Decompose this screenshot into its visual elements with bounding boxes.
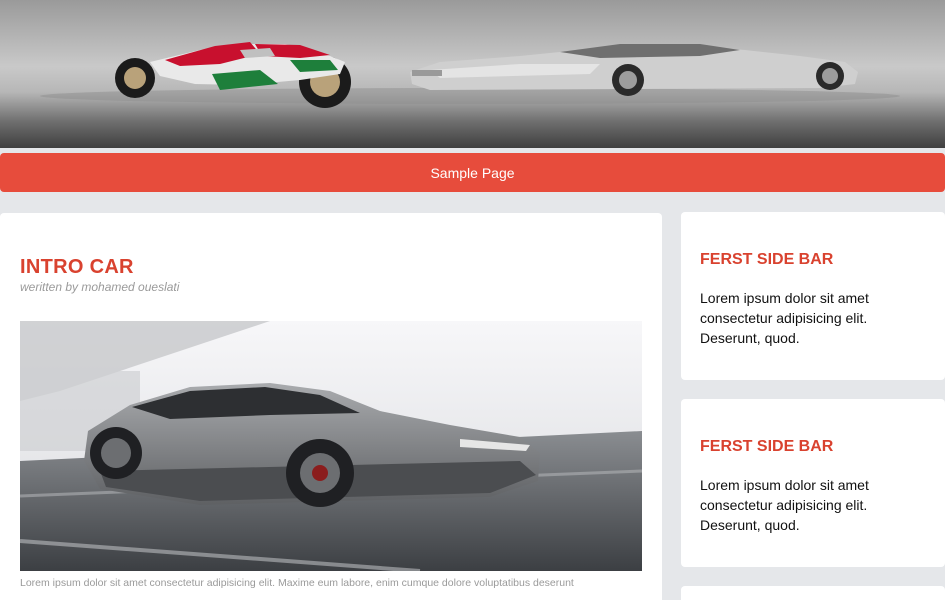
nav-link-sample-page[interactable]: Sample Page [430, 165, 514, 181]
hero-banner-image [40, 42, 900, 108]
sidebar-card [681, 586, 945, 600]
article-byline: weritten by mohamed oueslati [20, 280, 180, 294]
sidebar-text: Lorem ipsum dolor sit amet consectetur a… [700, 290, 869, 346]
article-title: INTRO CAR [20, 256, 134, 278]
sidebar-title: FERST SIDE BAR [700, 251, 834, 268]
sidebar-card: FERST SIDE BAR Lorem ipsum dolor sit ame… [681, 212, 945, 380]
article-image [20, 321, 642, 571]
sports-car-illustration [410, 44, 858, 96]
sidebar-text: Lorem ipsum dolor sit amet consectetur a… [700, 477, 869, 533]
hero-banner [0, 0, 945, 148]
nav-bar: Sample Page [0, 153, 945, 192]
article-excerpt: Lorem ipsum dolor sit amet consectetur a… [20, 577, 574, 589]
sedan-photo [20, 321, 642, 571]
sidebar-card: FERST SIDE BAR Lorem ipsum dolor sit ame… [681, 399, 945, 567]
sidebar-title: FERST SIDE BAR [700, 438, 834, 455]
article-card: INTRO CAR weritten by mohamed oueslati L… [0, 213, 662, 600]
